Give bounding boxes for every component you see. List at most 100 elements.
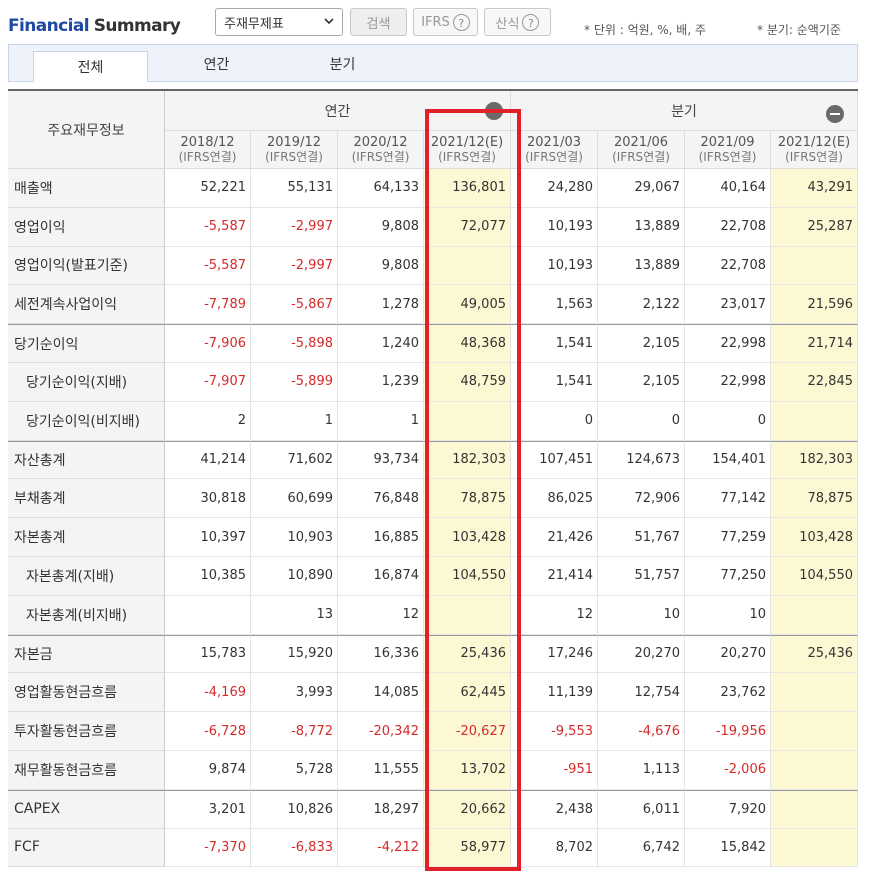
row-label: FCF bbox=[8, 828, 165, 868]
table-cell: 17,246 bbox=[511, 634, 598, 674]
table-cell: 21,596 bbox=[771, 285, 858, 325]
table-cell: 154,401 bbox=[685, 440, 771, 480]
table-cell: -4,212 bbox=[338, 828, 424, 868]
table-cell: 15,920 bbox=[251, 634, 338, 674]
table-cell: 15,842 bbox=[685, 828, 771, 868]
table-cell: 16,336 bbox=[338, 634, 424, 674]
column-period: 2019/12 bbox=[266, 135, 321, 150]
table-cell: 104,550 bbox=[771, 557, 858, 596]
table-cell: 60,699 bbox=[251, 479, 338, 519]
row-label: 자본총계 bbox=[8, 518, 165, 557]
table-cell: 25,436 bbox=[771, 634, 858, 674]
table-cell bbox=[424, 246, 511, 286]
table-cell: 12,754 bbox=[598, 673, 685, 713]
table-cell: 52,221 bbox=[165, 169, 251, 208]
chevron-down-icon bbox=[324, 18, 334, 25]
search-button-label: 검색 bbox=[366, 16, 391, 32]
table-cell: -7,906 bbox=[165, 324, 251, 363]
table-cell: 12 bbox=[338, 595, 424, 635]
row-label: 자본금 bbox=[8, 634, 165, 674]
table-cell: 11,555 bbox=[338, 751, 424, 790]
column-header: 2021/12(E) (IFRS연결) bbox=[771, 131, 858, 169]
row-label: 부채총계 bbox=[8, 479, 165, 519]
table-cell: -6,728 bbox=[165, 712, 251, 751]
tab-annual-label: 연간 bbox=[203, 56, 230, 73]
ifrs-label: IFRS bbox=[421, 14, 450, 30]
statement-type-select[interactable]: 주재무제표 bbox=[215, 8, 343, 36]
table-cell: 1,239 bbox=[338, 363, 424, 402]
table-cell: 49,005 bbox=[424, 285, 511, 325]
table-cell: -951 bbox=[511, 751, 598, 790]
table-cell: 22,998 bbox=[685, 363, 771, 402]
collapse-quarterly-icon[interactable] bbox=[826, 105, 844, 123]
tab-all[interactable]: 전체 bbox=[33, 51, 148, 82]
table-cell: 72,077 bbox=[424, 207, 511, 247]
table-cell: -5,867 bbox=[251, 285, 338, 325]
table-cell: 58,977 bbox=[424, 828, 511, 868]
table-cell: 0 bbox=[598, 401, 685, 441]
title-financial: Financial bbox=[8, 16, 90, 36]
table-cell: 182,303 bbox=[424, 440, 511, 480]
collapse-annual-icon[interactable] bbox=[485, 102, 503, 120]
table-cell: 77,142 bbox=[685, 479, 771, 519]
tab-annual[interactable]: 연간 bbox=[159, 45, 274, 82]
help-icon: ? bbox=[522, 13, 540, 31]
table-cell: 11,139 bbox=[511, 673, 598, 713]
table-cell: -8,772 bbox=[251, 712, 338, 751]
table-cell: 136,801 bbox=[424, 169, 511, 208]
table-cell: 0 bbox=[511, 401, 598, 441]
table-cell: 22,845 bbox=[771, 363, 858, 402]
row-label: 자본총계(지배) bbox=[8, 557, 165, 596]
table-cell: 78,875 bbox=[771, 479, 858, 519]
table-cell: 14,085 bbox=[338, 673, 424, 713]
search-button[interactable]: 검색 bbox=[350, 8, 407, 36]
table-cell: -2,997 bbox=[251, 207, 338, 247]
column-basis: (IFRS연결) bbox=[178, 150, 237, 164]
table-cell: 43,291 bbox=[771, 169, 858, 208]
table-cell: -5,587 bbox=[165, 207, 251, 247]
table-cell: 1,278 bbox=[338, 285, 424, 325]
table-cell: 2,105 bbox=[598, 363, 685, 402]
table-cell: 13 bbox=[251, 595, 338, 635]
table-cell: 3,993 bbox=[251, 673, 338, 713]
table-cell: 10 bbox=[598, 595, 685, 635]
table-cell: 25,436 bbox=[424, 634, 511, 674]
table-cell: 22,998 bbox=[685, 324, 771, 363]
table-cell: -5,898 bbox=[251, 324, 338, 363]
table-cell: 41,214 bbox=[165, 440, 251, 480]
table-cell: -20,627 bbox=[424, 712, 511, 751]
table-cell: 0 bbox=[685, 401, 771, 441]
column-period: 2018/12 bbox=[180, 135, 235, 150]
row-label: 영업이익 bbox=[8, 207, 165, 247]
table-cell: 20,270 bbox=[685, 634, 771, 674]
table-cell: -9,553 bbox=[511, 712, 598, 751]
table-cell bbox=[771, 401, 858, 441]
table-cell bbox=[771, 712, 858, 751]
column-header: 2021/03 (IFRS연결) bbox=[511, 131, 598, 169]
table-cell: 1,541 bbox=[511, 324, 598, 363]
table-cell: 10,193 bbox=[511, 246, 598, 286]
column-basis: (IFRS연결) bbox=[612, 150, 670, 164]
table-cell: -2,006 bbox=[685, 751, 771, 790]
table-cell: 55,131 bbox=[251, 169, 338, 208]
table-cell: 10,385 bbox=[165, 557, 251, 596]
table-cell: -4,169 bbox=[165, 673, 251, 713]
formula-help-button[interactable]: 산식 ? bbox=[484, 8, 551, 36]
row-label: 영업이익(발표기준) bbox=[8, 246, 165, 286]
tab-quarterly[interactable]: 분기 bbox=[285, 45, 400, 82]
column-header: 2021/12(E) (IFRS연결) bbox=[424, 131, 511, 169]
page-title: Financial Summary bbox=[8, 16, 181, 36]
table-cell: 64,133 bbox=[338, 169, 424, 208]
table-cell: 30,818 bbox=[165, 479, 251, 519]
ifrs-help-button[interactable]: IFRS ? bbox=[413, 8, 478, 36]
column-header: 2020/12 (IFRS연결) bbox=[338, 131, 424, 169]
row-label: 매출액 bbox=[8, 169, 165, 208]
table-cell: 103,428 bbox=[424, 518, 511, 557]
column-basis: (IFRS연결) bbox=[698, 150, 757, 164]
row-label: 당기순이익(지배) bbox=[8, 363, 165, 402]
table-cell: 21,414 bbox=[511, 557, 598, 596]
column-header: 2021/09 (IFRS연결) bbox=[685, 131, 771, 169]
table-cell: 21,714 bbox=[771, 324, 858, 363]
table-cell bbox=[771, 673, 858, 713]
table-cell: 29,067 bbox=[598, 169, 685, 208]
